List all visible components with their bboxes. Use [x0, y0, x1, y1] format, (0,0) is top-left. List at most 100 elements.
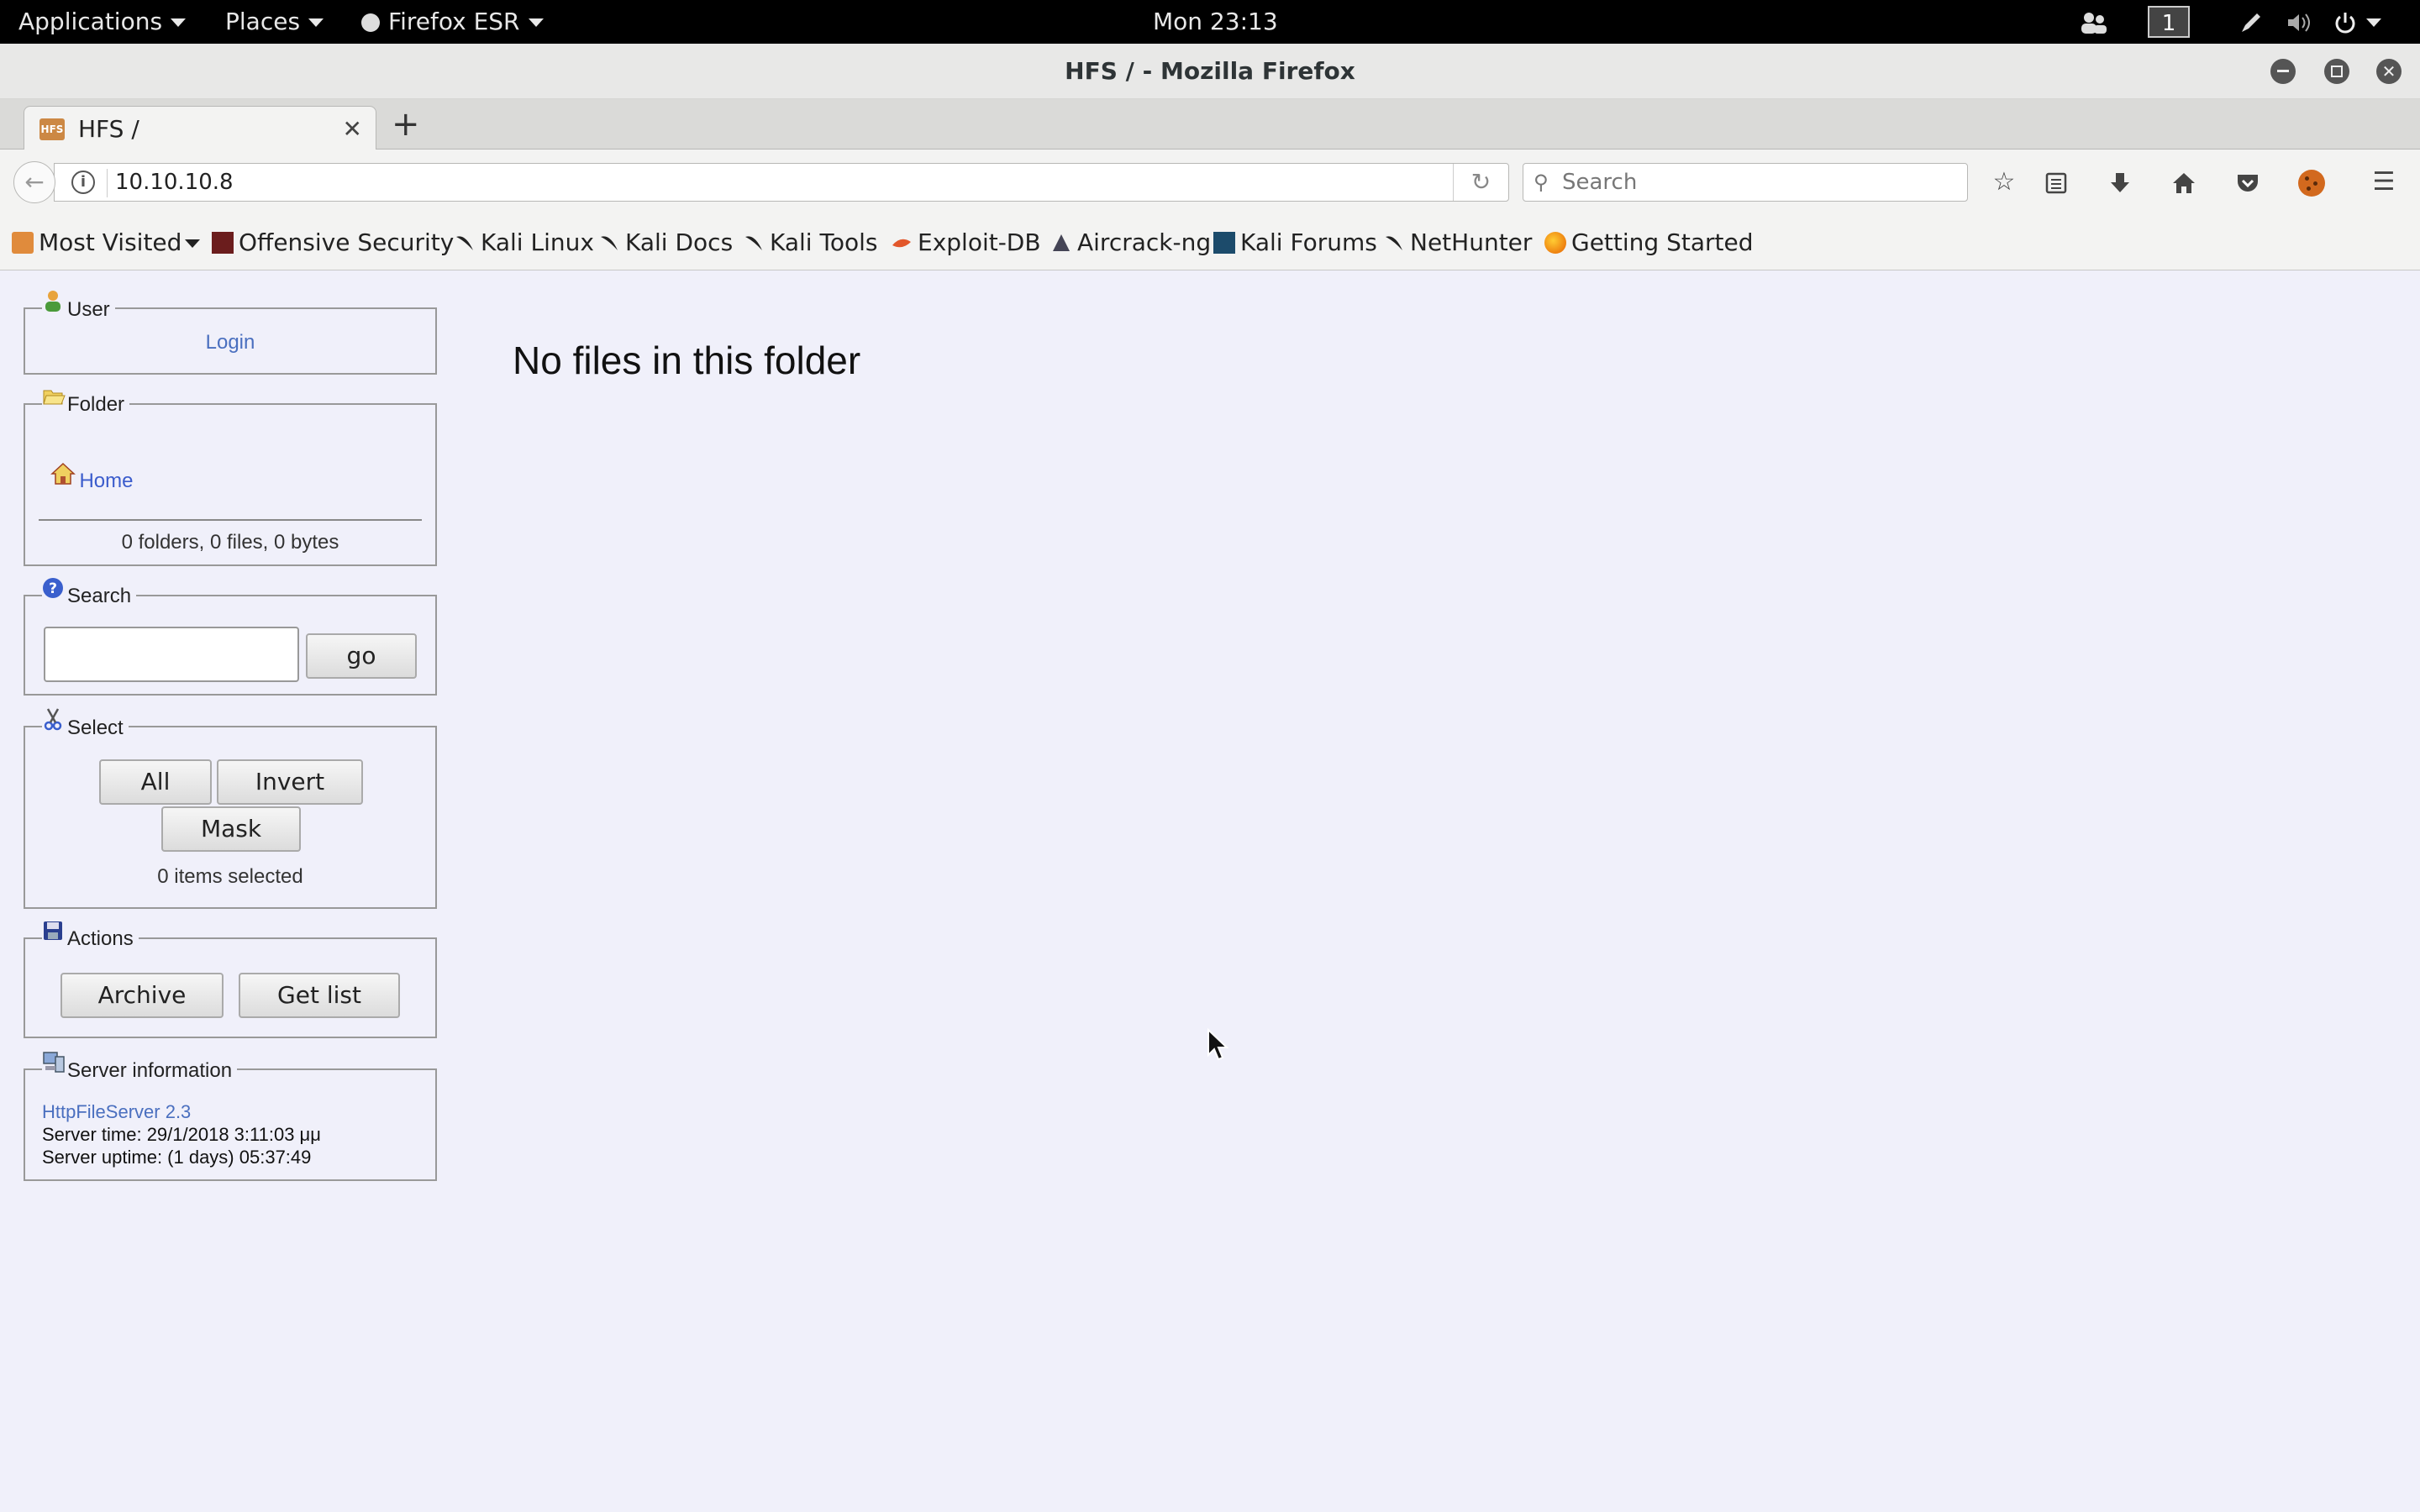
reader-list-icon[interactable] [2037, 163, 2075, 202]
folder-title-label: Folder [67, 393, 125, 416]
power-menu[interactable] [2333, 0, 2381, 44]
bookmark-label: NetHunter [1410, 228, 1533, 256]
maximize-button[interactable] [2324, 59, 2349, 84]
site-info-icon[interactable]: i [71, 171, 95, 194]
bookmark-nethunter[interactable]: NetHunter [1383, 215, 1532, 270]
kali-forums-icon [1213, 232, 1235, 254]
reload-icon[interactable]: ↻ [1453, 164, 1508, 201]
selection-status: 0 items selected [157, 865, 303, 888]
bookmark-offensive-security[interactable]: Offensive Security [212, 215, 454, 270]
bookmark-label: Kali Forums [1240, 228, 1377, 256]
places-label: Places [225, 8, 301, 35]
cookie-extension-icon[interactable] [2292, 163, 2331, 202]
actions-title-label: Actions [67, 927, 134, 950]
bookmark-label: Kali Docs [625, 228, 734, 256]
bookmark-kali-tools[interactable]: Kali Tools [743, 215, 877, 270]
applications-label: Applications [18, 8, 163, 35]
hamburger-menu-icon[interactable]: ☰ [2365, 163, 2403, 202]
close-window-button[interactable]: ✕ [2376, 59, 2402, 84]
power-icon [2335, 13, 2355, 34]
folder-stats: 0 folders, 0 files, 0 bytes [121, 531, 339, 554]
window-titlebar: HFS / - Mozilla Firefox ✕ [0, 44, 2420, 99]
folder-divider [39, 519, 422, 521]
people-icon[interactable] [2079, 0, 2109, 44]
back-arrow-icon[interactable]: ← [13, 161, 55, 203]
firefox-app-menu[interactable]: Firefox ESR [361, 0, 544, 44]
bookmark-kali-linux[interactable]: Kali Linux [454, 215, 594, 270]
mask-button[interactable]: Mask [161, 806, 301, 852]
get-list-button[interactable]: Get list [239, 973, 400, 1018]
url-text[interactable]: 10.10.10.8 [115, 164, 234, 201]
kali-icon [1383, 218, 1405, 250]
workspace-indicator[interactable]: 1 [2148, 0, 2190, 44]
chevron-down-icon [185, 239, 201, 248]
login-link[interactable]: Login [206, 331, 255, 354]
select-title-label: Select [67, 717, 124, 739]
bookmark-most-visited[interactable]: Most Visited [12, 215, 201, 270]
invert-selection-button[interactable]: Invert [217, 759, 363, 805]
server-info-panel: Server information HttpFileServer 2.3 Se… [24, 1050, 437, 1181]
maximize-icon [2331, 66, 2343, 77]
bookmark-aircrack-ng[interactable]: Aircrack-ng [1050, 215, 1211, 270]
server-info-title-label: Server information [67, 1059, 233, 1082]
url-bar[interactable]: i 10.10.10.8 ↻ [54, 163, 1509, 202]
navigation-toolbar: i 10.10.10.8 ↻ ← ⚲ ☆ ☰ [0, 150, 2420, 215]
tab-close-icon[interactable]: ✕ [343, 107, 362, 151]
chevron-down-icon [171, 18, 187, 27]
archive-button[interactable]: Archive [60, 973, 224, 1018]
search-icon: ⚲ [1534, 171, 1549, 194]
minimize-button[interactable] [2270, 59, 2296, 84]
download-arrow-icon[interactable] [2101, 163, 2139, 202]
search-title-label: Search [67, 585, 132, 607]
bookmark-label: Aircrack-ng [1077, 228, 1212, 256]
server-time: Server time: 29/1/2018 3:11:03 μμ [42, 1124, 321, 1145]
actions-panel: Actions Archive Get list [24, 919, 437, 1038]
user-panel: User Login [24, 289, 437, 375]
new-tab-plus-icon[interactable]: + [392, 99, 420, 150]
web-search-input[interactable] [1562, 167, 1957, 197]
hfs-favicon-icon: HFS [39, 118, 65, 140]
gnome-top-bar: Applications Places Firefox ESR Mon 23:1… [0, 0, 2420, 44]
search-panel: ? Search go [24, 576, 437, 696]
bookmark-star-icon[interactable]: ☆ [1985, 163, 2023, 202]
scissors-icon [42, 707, 64, 731]
actions-panel-title: Actions [42, 919, 139, 950]
window-title: HFS / - Mozilla Firefox [1065, 57, 1355, 85]
tab-hfs[interactable]: HFS HFS / ✕ [24, 106, 376, 150]
firefox-app-label: Firefox ESR [388, 8, 520, 35]
web-search-box[interactable]: ⚲ [1523, 163, 1968, 202]
file-search-input[interactable] [44, 627, 299, 682]
select-panel-title: Select [42, 707, 129, 739]
home-link[interactable]: Home [79, 470, 133, 492]
places-menu[interactable]: Places [225, 0, 324, 44]
chevron-down-icon [308, 18, 324, 27]
volume-icon[interactable] [2286, 0, 2314, 44]
bookmark-kali-forums[interactable]: Kali Forums [1213, 215, 1377, 270]
bookmark-getting-started[interactable]: Getting Started [1544, 215, 1753, 270]
svg-text:?: ? [49, 580, 57, 597]
clock[interactable]: Mon 23:13 [1153, 0, 1278, 44]
exploitdb-icon [891, 218, 913, 248]
hfs-version-link[interactable]: HttpFileServer 2.3 [42, 1100, 321, 1123]
empty-folder-heading: No files in this folder [513, 339, 861, 382]
home-icon[interactable] [2165, 163, 2203, 202]
select-all-button[interactable]: All [99, 759, 212, 805]
applications-menu[interactable]: Applications [18, 0, 187, 44]
bookmarks-toolbar: Most Visited Offensive Security Kali Lin… [0, 215, 2420, 270]
server-info-panel-title: Server information [42, 1050, 238, 1082]
bookmark-kali-docs[interactable]: Kali Docs [598, 215, 733, 270]
search-panel-title: ? Search [42, 576, 137, 607]
folder-panel: Folder Home 0 folders, 0 files, 0 bytes [24, 385, 437, 566]
aircrack-icon [1050, 218, 1072, 251]
user-panel-title: User [42, 289, 115, 321]
workspace-number: 1 [2148, 6, 2190, 38]
select-panel: Select All Invert Mask 0 items selected [24, 707, 437, 909]
tab-title: HFS / [78, 115, 139, 143]
pen-icon[interactable] [2238, 0, 2264, 44]
kali-icon [598, 218, 620, 250]
bookmark-exploit-db[interactable]: Exploit-DB [891, 215, 1041, 270]
bookmark-label: Getting Started [1571, 228, 1754, 256]
home-link-row[interactable]: Home [50, 462, 133, 493]
go-button[interactable]: go [306, 633, 417, 679]
pocket-icon[interactable] [2228, 163, 2267, 202]
